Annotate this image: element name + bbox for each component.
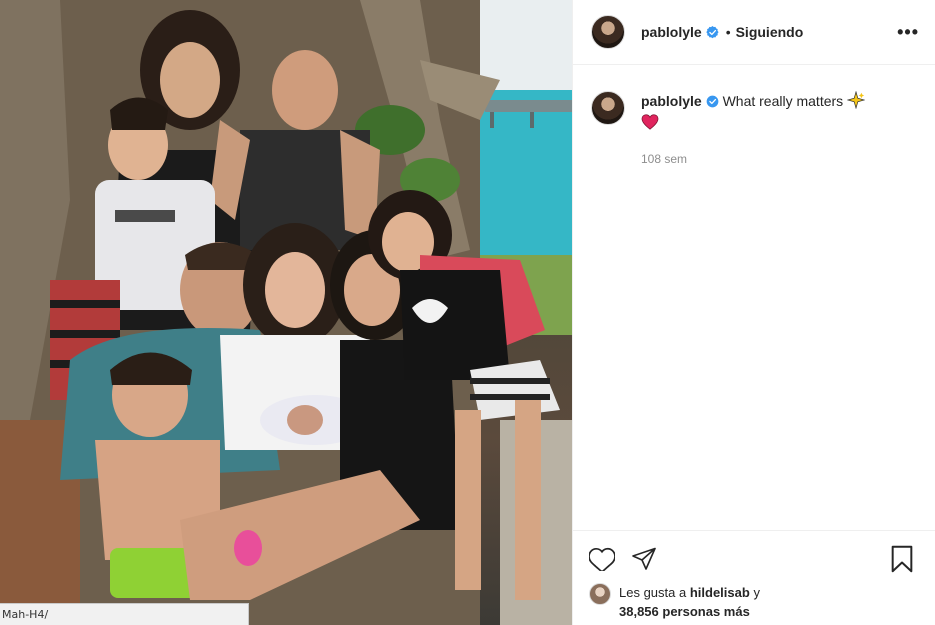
action-icons-row (589, 545, 924, 573)
caption-body: pablolyle What really matters 108 sem (641, 90, 866, 168)
verified-badge-icon (705, 25, 719, 39)
bookmark-icon[interactable] (890, 545, 914, 573)
red-heart-emoji-icon (641, 114, 659, 134)
caption-verified-badge-icon (706, 94, 719, 108)
likes-mid: y (753, 585, 760, 600)
post-side-panel: pablolyle • Siguiendo ••• pablolyle What… (572, 0, 935, 625)
caption-username[interactable]: pablolyle (641, 93, 702, 109)
following-button[interactable]: Siguiendo (736, 24, 804, 40)
likes-summary: Les gusta a hildelisab y 38,856 personas… (589, 583, 924, 621)
post-photo[interactable]: Mah-H4/ (0, 0, 572, 625)
likes-count[interactable]: 38,856 personas más (619, 604, 750, 619)
likes-prefix: Les gusta a (619, 585, 687, 600)
liked-by-username[interactable]: hildelisab (690, 585, 750, 600)
likes-text: Les gusta a hildelisab y 38,856 personas… (619, 583, 760, 621)
more-options-icon[interactable]: ••• (897, 22, 919, 43)
sparkle-emoji-icon (846, 90, 866, 113)
caption-author-avatar[interactable] (591, 91, 625, 125)
liker-avatar[interactable] (589, 583, 611, 605)
post-actions: Les gusta a hildelisab y 38,856 personas… (573, 530, 935, 625)
browser-status-url: Mah-H4/ (0, 603, 249, 625)
caption-text: What really matters (722, 93, 844, 109)
author-username[interactable]: pablolyle (641, 24, 702, 40)
separator-dot: • (725, 24, 731, 40)
post-caption: pablolyle What really matters 108 sem (573, 65, 935, 168)
author-avatar[interactable] (591, 15, 625, 49)
post-header: pablolyle • Siguiendo ••• (573, 0, 935, 65)
post-timestamp[interactable]: 108 sem (641, 150, 865, 168)
paper-plane-icon[interactable] (631, 547, 657, 571)
family-photo-illustration (0, 0, 572, 625)
heart-icon[interactable] (589, 547, 615, 571)
